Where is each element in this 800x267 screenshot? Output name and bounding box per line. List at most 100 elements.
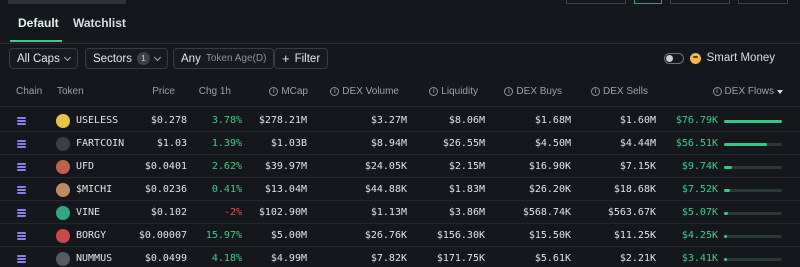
plus-icon: +: [282, 51, 290, 66]
dex-flows-cell: $7.52K: [681, 184, 718, 195]
info-icon: i: [330, 87, 340, 96]
chg1h-cell: 1.39%: [211, 138, 242, 149]
price-cell: $0.278: [150, 115, 187, 126]
liquidity-cell: $1.83M: [448, 184, 485, 195]
caps-label: All Caps: [17, 52, 60, 65]
chg1h-cell: 0.41%: [211, 184, 242, 195]
col-dex-flows[interactable]: i DEX Flows: [710, 86, 783, 97]
col-chain: Chain: [16, 86, 43, 97]
table-row[interactable]: BORGY $0.00007 15.97% $5.00M $26.76K $156.30K…: [0, 225, 800, 247]
mcap-cell: $278.21M: [258, 115, 307, 126]
dex-sells-cell: $2.21K: [619, 253, 656, 264]
token-age-label: Token Age(D): [205, 53, 267, 64]
token-symbol: $MICHI: [76, 184, 113, 195]
chg1h-cell: 3.78%: [211, 115, 242, 126]
col-price[interactable]: Price i: [140, 86, 187, 97]
token-symbol: NUMMUS: [76, 253, 113, 264]
smart-money-toggle-group: Smart Money: [663, 52, 775, 64]
dex-flows-cell: $76.79K: [675, 115, 718, 126]
token-avatar: [56, 160, 70, 174]
chg1h-cell: 15.97%: [205, 230, 242, 241]
token-symbol: BORGY: [76, 230, 107, 241]
solana-icon: [17, 209, 26, 217]
sort-desc-icon: [777, 89, 783, 94]
table-row[interactable]: UFD $0.0401 2.62% $39.97M $24.05K $2.15M $16.9…: [0, 156, 800, 178]
info-icon: i: [269, 87, 279, 96]
dex-sells-cell: $7.15K: [619, 161, 656, 172]
dex-sells-cell: $18.68K: [613, 184, 656, 195]
top-control-3[interactable]: [670, 0, 730, 4]
sectors-dropdown[interactable]: Sectors 1: [85, 48, 168, 69]
filter-bar: All Caps Sectors 1 Any Token Age(D) + Fi…: [0, 48, 800, 70]
liquidity-cell: $156.30K: [436, 230, 485, 241]
col-chg1h-label: Chg 1h: [198, 86, 231, 97]
table-header: Chain Token Price i Chg 1h i i MCap i DE…: [0, 86, 800, 104]
token-avatar: [56, 137, 70, 151]
col-dex-volume[interactable]: i DEX Volume: [330, 86, 399, 97]
tab-default[interactable]: Default: [18, 16, 59, 30]
active-tab-indicator: [10, 40, 62, 42]
add-filter-button[interactable]: + Filter: [274, 48, 329, 69]
caps-dropdown[interactable]: All Caps: [9, 48, 78, 69]
table-row[interactable]: VINE $0.102 -2% $102.90M $1.13M $3.86M $568.74…: [0, 202, 800, 224]
dex-flow-bar: [724, 258, 782, 261]
dex-buys-cell: $1.68M: [534, 115, 571, 126]
dex-volume-cell: $3.27M: [370, 115, 407, 126]
table-row[interactable]: FARTCOIN $1.03 1.39% $1.03B $8.94M $26.55M $4.…: [0, 133, 800, 155]
col-price-label: Price: [152, 86, 175, 97]
dex-flow-bar-fill: [724, 258, 727, 261]
liquidity-cell: $171.75K: [436, 253, 485, 264]
chevron-down-icon: [153, 53, 162, 61]
token-symbol: UFD: [76, 161, 95, 172]
top-control-2[interactable]: [634, 0, 662, 4]
token-avatar: [56, 114, 70, 128]
dex-volume-cell: $24.05K: [364, 161, 407, 172]
price-cell: $0.0401: [144, 161, 187, 172]
header-divider: [0, 106, 800, 107]
dex-flow-bar: [724, 212, 782, 215]
token-age-input[interactable]: Any Token Age(D): [173, 48, 275, 69]
table-row[interactable]: NUMMUS $0.0499 4.18% $4.99M $7.82K $171.75K $5…: [0, 248, 800, 267]
col-dex-sells[interactable]: i DEX Sells: [585, 86, 648, 97]
tab-watchlist[interactable]: Watchlist: [73, 16, 126, 30]
chg1h-cell: 2.62%: [211, 161, 242, 172]
solana-icon: [17, 255, 26, 263]
mcap-cell: $5.00M: [270, 230, 307, 241]
page-title-cropped: [8, 0, 126, 4]
dex-sells-cell: $1.60M: [619, 115, 656, 126]
table-row[interactable]: USELESS $0.278 3.78% $278.21M $3.27M $8.06M $1…: [0, 110, 800, 132]
token-avatar: [56, 183, 70, 197]
price-cell: $0.0236: [144, 184, 187, 195]
dex-volume-cell: $1.13M: [370, 207, 407, 218]
dex-buys-cell: $4.50M: [534, 138, 571, 149]
token-age-value: Any: [181, 52, 201, 65]
col-mcap[interactable]: i MCap: [258, 86, 308, 97]
dex-flow-bar: [724, 120, 782, 123]
mcap-cell: $1.03B: [270, 138, 307, 149]
col-chg1h[interactable]: Chg 1h i: [194, 86, 243, 97]
top-control-1[interactable]: [566, 0, 626, 4]
solana-icon: [17, 117, 26, 125]
token-symbol: FARTCOIN: [76, 138, 125, 149]
price-cell: $0.102: [150, 207, 187, 218]
col-dex-flows-label: DEX Flows: [724, 86, 774, 97]
dex-flow-bar: [724, 235, 782, 238]
table-row[interactable]: $MICHI $0.0236 0.41% $13.04M $44.88K $1.83M $2…: [0, 179, 800, 201]
dex-flow-bar: [724, 189, 782, 192]
price-cell: $0.0499: [144, 253, 187, 264]
col-liquidity[interactable]: i Liquidity: [420, 86, 478, 97]
info-icon: i: [429, 87, 439, 96]
col-dex-buys[interactable]: i DEX Buys: [500, 86, 562, 97]
dex-buys-cell: $5.61K: [534, 253, 571, 264]
top-control-4[interactable]: [738, 0, 788, 4]
dex-flow-bar: [724, 166, 782, 169]
smart-money-toggle[interactable]: [663, 52, 684, 64]
dex-flow-bar-fill: [724, 235, 728, 238]
chg1h-cell: -2%: [223, 207, 242, 218]
view-tabs: Default Watchlist: [0, 10, 800, 44]
dex-buys-cell: $26.20K: [528, 184, 571, 195]
col-liquidity-label: Liquidity: [441, 86, 478, 97]
token-symbol: VINE: [76, 207, 101, 218]
solana-icon: [17, 232, 26, 240]
col-dex-sells-label: DEX Sells: [602, 86, 648, 97]
